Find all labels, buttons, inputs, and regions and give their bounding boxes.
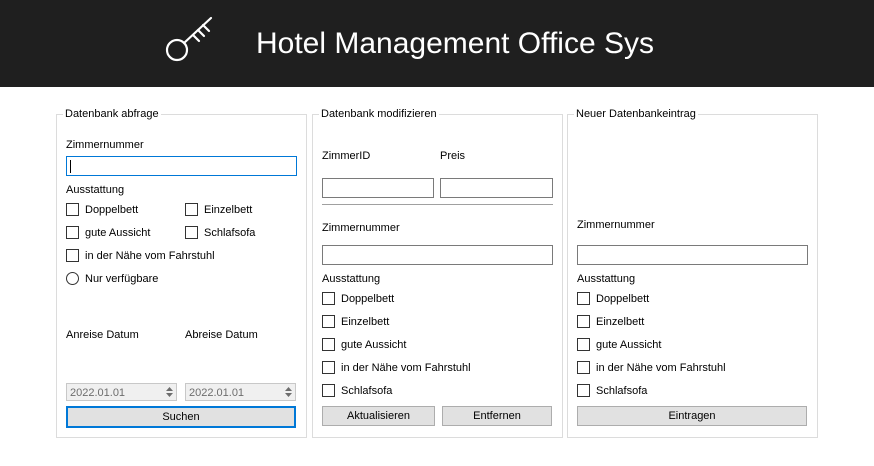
query-room-input[interactable] xyxy=(66,156,297,176)
text-caret xyxy=(70,160,71,173)
modify-checkbox-fahrstuhl[interactable]: in der Nähe vom Fahrstuhl xyxy=(322,361,471,374)
checkbox-icon xyxy=(66,249,79,262)
modify-checkbox-einzelbett[interactable]: Einzelbett xyxy=(322,315,389,328)
checkbox-icon xyxy=(577,384,590,397)
departure-date-value: 2022.01.01 xyxy=(189,387,245,399)
checkbox-icon xyxy=(322,338,335,351)
checkbox-icon xyxy=(322,361,335,374)
modify-checkbox-einzelbett-label: Einzelbett xyxy=(341,315,390,328)
remove-button[interactable]: Entfernen xyxy=(442,406,552,426)
app-header: Hotel Management Office Sys xyxy=(0,0,874,87)
query-checkbox-fahrstuhl[interactable]: in der Nähe vom Fahrstuhl xyxy=(66,249,215,262)
modify-checkbox-schlafsofa[interactable]: Schlafsofa xyxy=(322,384,392,397)
key-icon xyxy=(165,16,213,62)
update-button[interactable]: Aktualisieren xyxy=(322,406,435,426)
query-radio-available[interactable]: Nur verfügbare xyxy=(66,272,158,285)
query-checkbox-doppelbett-label: Doppelbett xyxy=(85,203,139,216)
query-checkbox-einzelbett[interactable]: Einzelbett xyxy=(185,203,252,216)
arrival-date-value: 2022.01.01 xyxy=(70,387,126,399)
query-checkbox-doppelbett[interactable]: Doppelbett xyxy=(66,203,138,216)
new-checkbox-aussicht-label: gute Aussicht xyxy=(596,338,662,351)
arrival-date-label: Anreise Datum xyxy=(66,329,139,341)
checkbox-icon xyxy=(185,203,198,216)
spinner-arrows-icon[interactable] xyxy=(284,385,293,399)
checkbox-icon xyxy=(322,384,335,397)
price-input[interactable] xyxy=(440,178,553,198)
query-checkbox-aussicht[interactable]: gute Aussicht xyxy=(66,226,150,239)
new-entry-group-title: Neuer Datenbankeintrag xyxy=(574,107,698,121)
query-group-title: Datenbank abfrage xyxy=(63,107,161,121)
new-checkbox-einzelbett[interactable]: Einzelbett xyxy=(577,315,644,328)
query-equip-label: Ausstattung xyxy=(66,184,125,196)
new-checkbox-schlafsofa[interactable]: Schlafsofa xyxy=(577,384,647,397)
checkbox-icon xyxy=(185,226,198,239)
search-button[interactable]: Suchen xyxy=(66,406,296,428)
modify-checkbox-doppelbett-label: Doppelbett xyxy=(341,292,395,305)
checkbox-icon xyxy=(577,338,590,351)
modify-equip-label: Ausstattung xyxy=(322,273,381,285)
new-checkbox-schlafsofa-label: Schlafsofa xyxy=(596,384,648,397)
query-checkbox-fahrstuhl-label: in der Nähe vom Fahrstuhl xyxy=(85,249,215,262)
checkbox-icon xyxy=(66,203,79,216)
new-equip-label: Ausstattung xyxy=(577,273,636,285)
checkbox-icon xyxy=(66,226,79,239)
arrival-date-picker[interactable]: 2022.01.01 xyxy=(66,383,177,401)
new-checkbox-aussicht[interactable]: gute Aussicht xyxy=(577,338,661,351)
modify-group-title: Datenbank modifizieren xyxy=(319,107,439,121)
checkbox-icon xyxy=(577,315,590,328)
modify-room-input[interactable] xyxy=(322,245,553,265)
spinner-arrows-icon[interactable] xyxy=(165,385,174,399)
new-checkbox-doppelbett-label: Doppelbett xyxy=(596,292,650,305)
new-room-label: Zimmernummer xyxy=(577,219,655,231)
checkbox-icon xyxy=(322,292,335,305)
modify-checkbox-aussicht-label: gute Aussicht xyxy=(341,338,407,351)
add-entry-button[interactable]: Eintragen xyxy=(577,406,807,426)
checkbox-icon xyxy=(322,315,335,328)
query-checkbox-schlafsofa-label: Schlafsofa xyxy=(204,226,256,239)
price-label: Preis xyxy=(440,150,466,162)
departure-date-picker[interactable]: 2022.01.01 xyxy=(185,383,296,401)
new-room-input[interactable] xyxy=(577,245,808,265)
checkbox-icon xyxy=(577,361,590,374)
query-radio-available-label: Nur verfügbare xyxy=(85,272,159,285)
query-checkbox-schlafsofa[interactable]: Schlafsofa xyxy=(185,226,255,239)
room-id-label: ZimmerID xyxy=(322,150,371,162)
new-checkbox-fahrstuhl[interactable]: in der Nähe vom Fahrstuhl xyxy=(577,361,726,374)
modify-checkbox-doppelbett[interactable]: Doppelbett xyxy=(322,292,394,305)
departure-date-label: Abreise Datum xyxy=(185,329,258,341)
query-checkbox-aussicht-label: gute Aussicht xyxy=(85,226,151,239)
modify-separator xyxy=(322,204,553,206)
radio-icon xyxy=(66,272,79,285)
modify-checkbox-schlafsofa-label: Schlafsofa xyxy=(341,384,393,397)
modify-checkbox-aussicht[interactable]: gute Aussicht xyxy=(322,338,406,351)
room-id-input[interactable] xyxy=(322,178,434,198)
new-checkbox-doppelbett[interactable]: Doppelbett xyxy=(577,292,649,305)
modify-room-label: Zimmernummer xyxy=(322,222,400,234)
modify-checkbox-fahrstuhl-label: in der Nähe vom Fahrstuhl xyxy=(341,361,471,374)
checkbox-icon xyxy=(577,292,590,305)
query-checkbox-einzelbett-label: Einzelbett xyxy=(204,203,253,216)
new-checkbox-einzelbett-label: Einzelbett xyxy=(596,315,645,328)
app-title: Hotel Management Office Sys xyxy=(256,27,654,60)
new-checkbox-fahrstuhl-label: in der Nähe vom Fahrstuhl xyxy=(596,361,726,374)
query-room-label: Zimmernummer xyxy=(66,139,144,151)
